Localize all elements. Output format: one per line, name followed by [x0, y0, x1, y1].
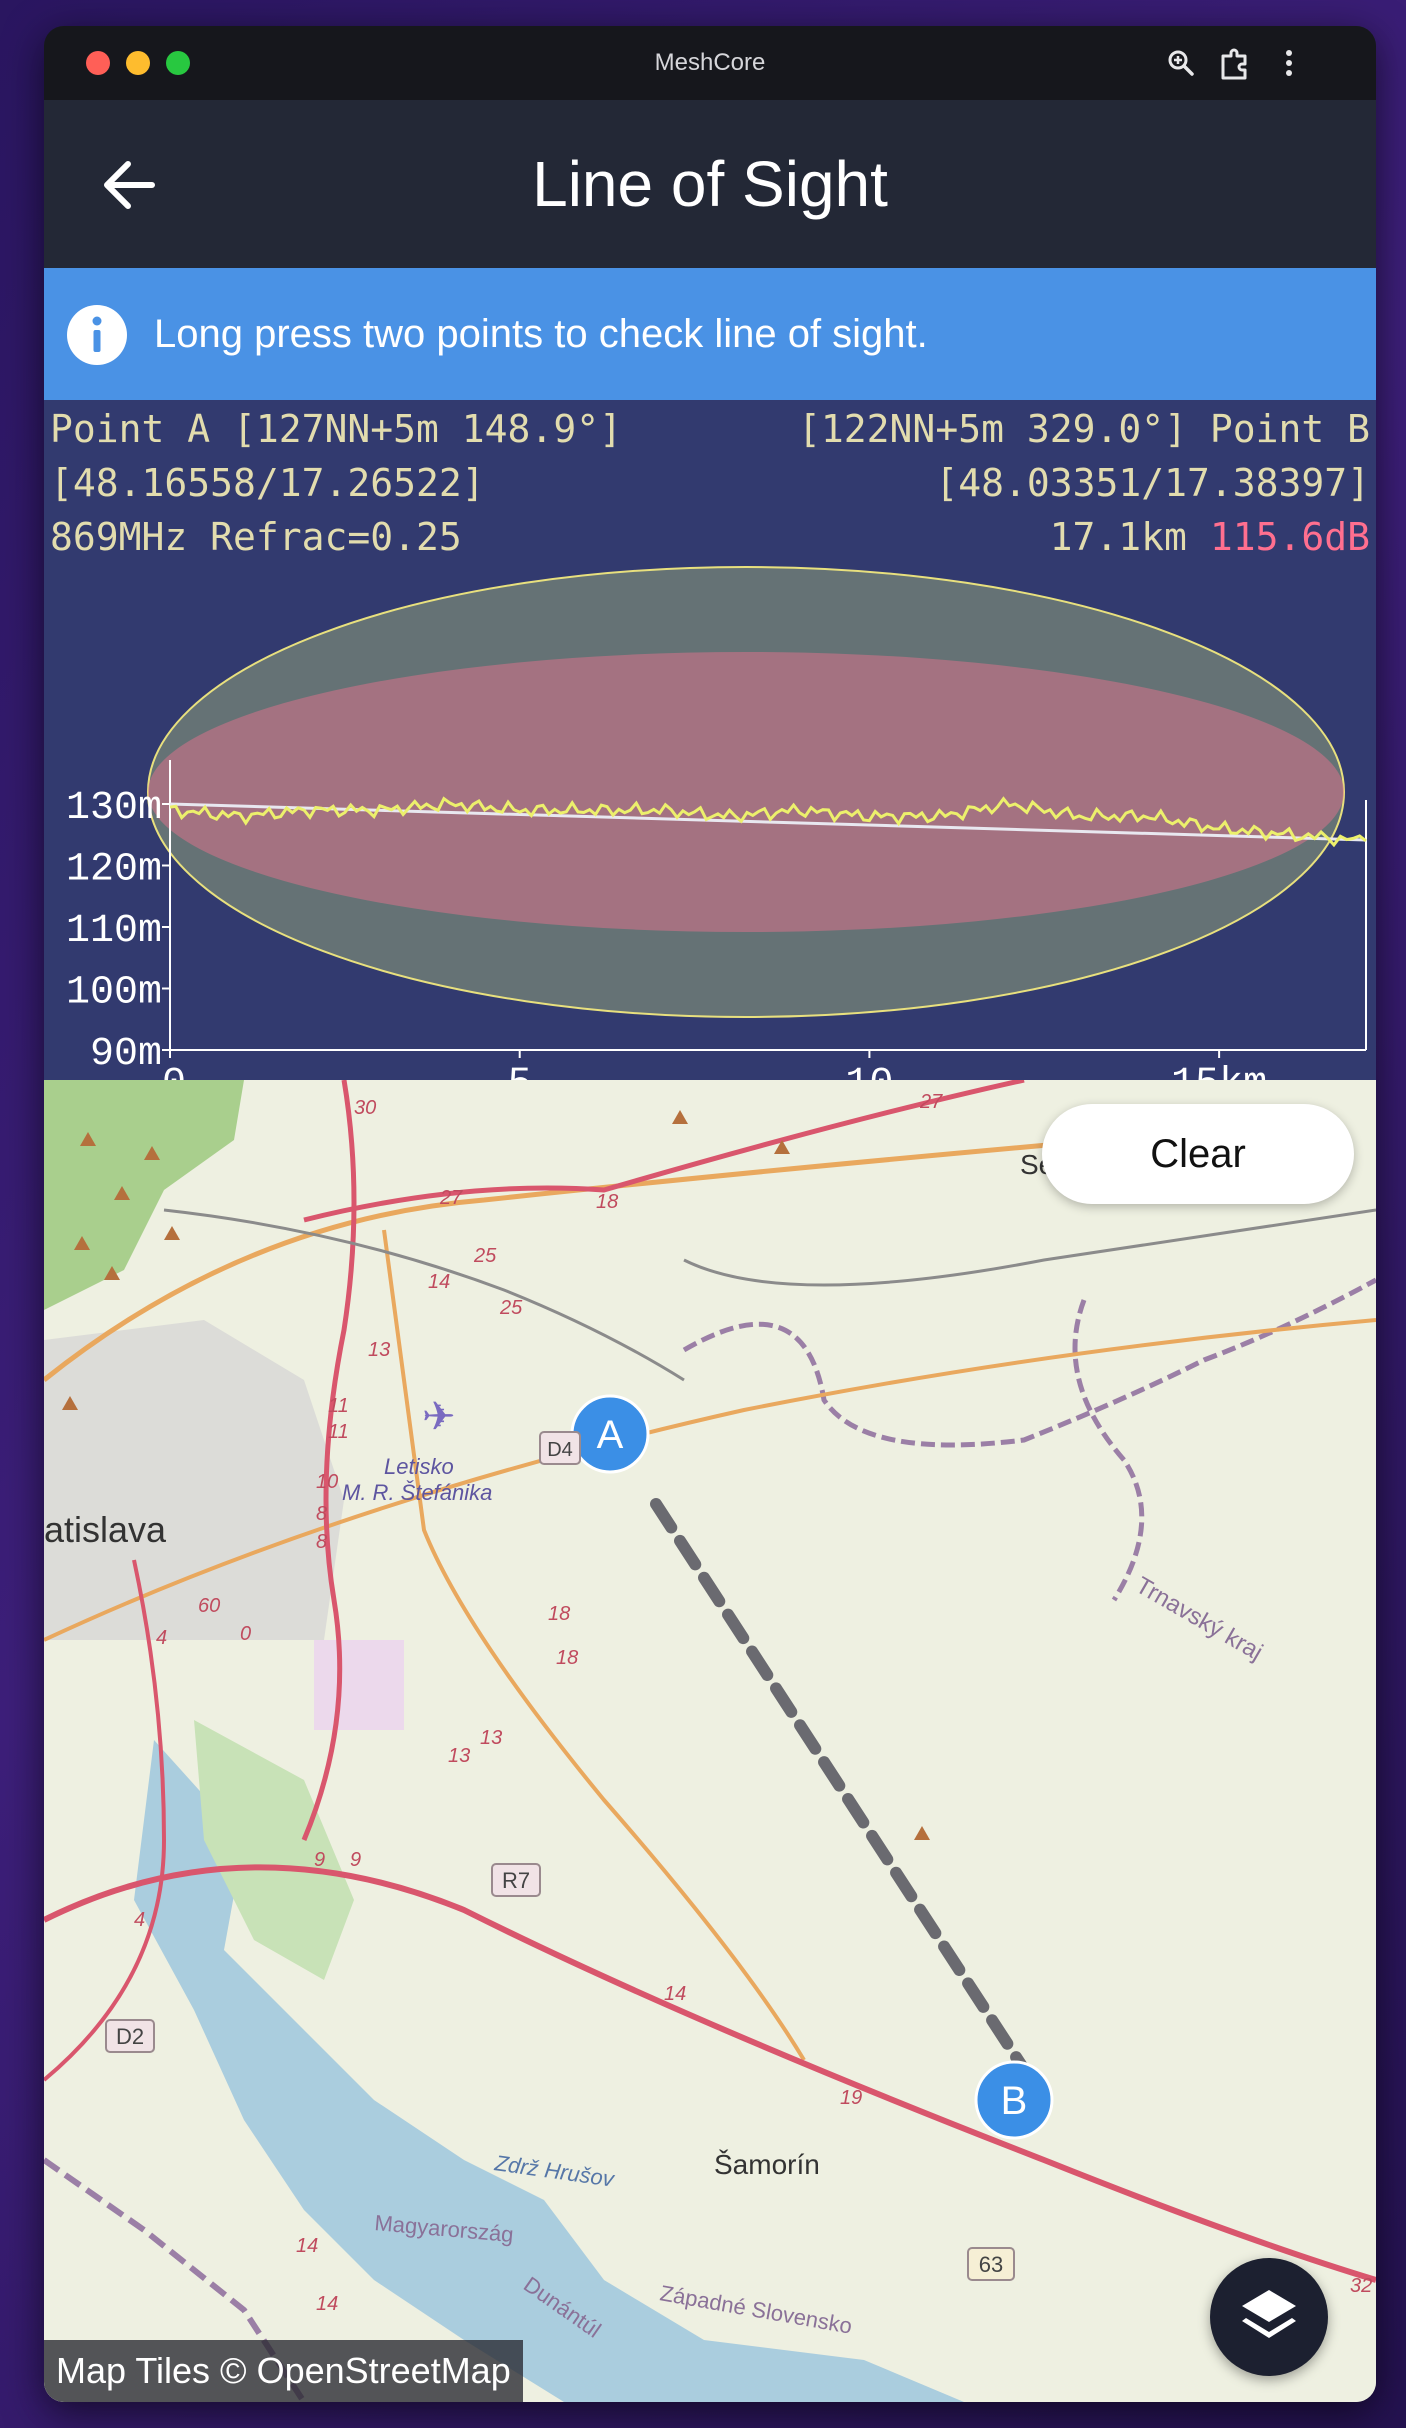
road-number: 27 — [439, 1187, 463, 1209]
line-of-sight-panel: Point A [127NN+5m 148.9°] [48.16558/17.2… — [44, 400, 1376, 1080]
map-label-bratislava: atislava — [44, 1509, 167, 1550]
road-number: 4 — [134, 1909, 145, 1931]
fresnel-zone-inner — [148, 652, 1344, 932]
layers-icon — [1242, 2290, 1296, 2338]
road-number: 13 — [368, 1339, 390, 1361]
marker-b-label: B — [1001, 2079, 1028, 2123]
road-number: 25 — [499, 1297, 523, 1319]
road-number: 8 — [316, 1503, 327, 1525]
road-number: 18 — [548, 1603, 570, 1625]
point-b-coords: [48.03351/17.38397] — [935, 461, 1370, 505]
distance-value: 17.1km — [1050, 515, 1187, 559]
road-number: 9 — [314, 1849, 325, 1871]
road-number: 14 — [664, 1983, 686, 2005]
road-number: 11 — [328, 1421, 349, 1443]
road-number: 13 — [480, 1727, 502, 1749]
zoom-icon[interactable] — [1162, 44, 1200, 82]
distance-loss: 17.1km 115.6dB — [1050, 515, 1370, 559]
road-number: 18 — [556, 1647, 578, 1669]
marker-a[interactable]: A — [570, 1394, 650, 1474]
road-shield-r7: R7 — [491, 1863, 541, 1897]
map-label-airport-name: M. R. Štefánika — [342, 1480, 492, 1505]
road-shield-d2: D2 — [105, 2019, 155, 2053]
marker-a-label: A — [597, 1413, 624, 1457]
x-tick-label: 15km — [1171, 1062, 1267, 1080]
marker-b[interactable]: B — [974, 2060, 1054, 2140]
frequency-refraction: 869MHz Refrac=0.25 — [50, 515, 462, 559]
x-tick-label: 10 — [845, 1062, 893, 1080]
map-view[interactable]: A B ✈ atislava Letisko M. R. Štefánika Š… — [44, 1080, 1376, 2402]
clear-button[interactable]: Clear — [1042, 1104, 1354, 1204]
road-number: 30 — [354, 1097, 376, 1119]
road-number: 14 — [296, 2235, 318, 2257]
road-shield-d4: D4 — [539, 1431, 581, 1465]
y-tick-label: 110m — [66, 909, 162, 954]
more-vert-icon[interactable] — [1270, 44, 1308, 82]
road-number: 25 — [473, 1245, 497, 1267]
road-number: 10 — [316, 1471, 338, 1493]
y-tick-label: 100m — [66, 971, 162, 1016]
x-axis-ticks: 0 5 10 15km — [162, 1050, 1267, 1080]
road-number: 11 — [328, 1395, 349, 1417]
path-loss-value: 115.6dB — [1210, 515, 1370, 559]
page-title: Line of Sight — [532, 148, 888, 220]
road-number: 18 — [596, 1191, 618, 1213]
road-number: 32 — [1350, 2275, 1372, 2297]
x-tick-label: 5 — [508, 1062, 532, 1080]
industrial-area — [314, 1640, 404, 1730]
road-number: 9 — [350, 1849, 361, 1871]
app-window: MeshCore Line of Sight Long press two po… — [44, 26, 1376, 2402]
info-banner: Long press two points to check line of s… — [44, 268, 1376, 400]
road-shield-63-text: 63 — [979, 2252, 1003, 2277]
layers-button[interactable] — [1210, 2258, 1328, 2376]
extension-icon[interactable] — [1216, 44, 1254, 82]
road-number: 27 — [919, 1091, 943, 1113]
road-number: 14 — [428, 1271, 450, 1293]
road-number: 19 — [840, 2087, 862, 2109]
point-a-label: Point A [127NN+5m 148.9°] — [50, 407, 622, 451]
road-number: 0 — [240, 1623, 251, 1645]
y-axis-ticks: 90m 100m 110m 120m 130m — [66, 786, 170, 1077]
road-number: 13 — [448, 1745, 470, 1767]
road-number: 60 — [198, 1595, 220, 1617]
y-tick-label: 120m — [66, 848, 162, 893]
window-titlebar: MeshCore — [44, 26, 1376, 100]
map-label-airport: Letisko — [384, 1454, 454, 1479]
info-banner-text: Long press two points to check line of s… — [154, 312, 928, 356]
y-tick-label: 130m — [66, 786, 162, 831]
map-label-samorin: Šamorín — [714, 2149, 820, 2180]
road-shield-63: 63 — [967, 2247, 1015, 2281]
point-a-coords: [48.16558/17.26522] — [50, 461, 485, 505]
road-number: 8 — [316, 1531, 327, 1553]
x-tick-label: 0 — [162, 1062, 186, 1080]
y-tick-label: 90m — [90, 1032, 162, 1077]
road-shield-r7-text: R7 — [502, 1868, 530, 1893]
road-shield-d4-text: D4 — [547, 1439, 573, 1461]
info-icon — [67, 305, 127, 365]
road-shield-d2-text: D2 — [116, 2024, 144, 2049]
app-bar: Line of Sight — [44, 100, 1376, 268]
point-b-label: [122NN+5m 329.0°] Point B — [798, 407, 1370, 451]
airport-icon: ✈ — [422, 1395, 456, 1439]
road-number: 14 — [316, 2293, 338, 2315]
road-number: 4 — [156, 1627, 167, 1649]
map-attribution: Map Tiles © OpenStreetMap — [44, 2340, 523, 2402]
